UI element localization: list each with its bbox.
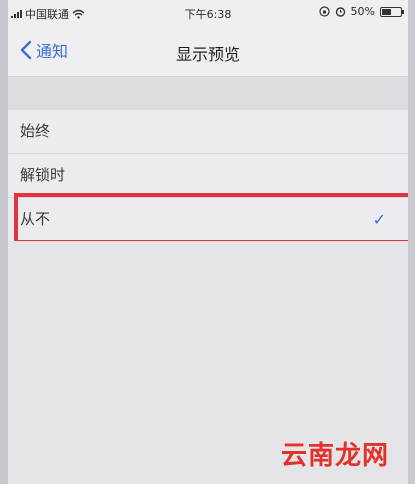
watermark-logo: 云南龙网 [280,441,389,471]
orientation-lock-icon [318,6,330,17]
option-label: 从不 [20,210,51,228]
battery-percent: 50% [350,5,375,18]
preview-options-list: 始终 解锁时 从不 ✓ [8,110,408,241]
page-title: 显示预览 [175,45,240,64]
status-bar: 中国联通 下午6:38 50% [8,0,408,26]
section-header-spacer [8,77,408,110]
alarm-icon [335,7,345,17]
battery-icon [380,6,404,17]
option-always[interactable]: 始终 [8,110,408,153]
checkmark-icon: ✓ [372,210,386,229]
option-when-unlocked[interactable]: 解锁时 [8,153,408,197]
status-right: 50% [318,5,404,18]
phone-screen: 中国联通 下午6:38 50% 通知 显示预览 始终 解锁时 从不 ✓ [8,0,408,484]
navigation-bar: 通知 显示预览 [8,26,408,77]
option-never[interactable]: 从不 ✓ [8,197,408,241]
option-label: 始终 [20,122,51,140]
option-label: 解锁时 [20,166,66,184]
